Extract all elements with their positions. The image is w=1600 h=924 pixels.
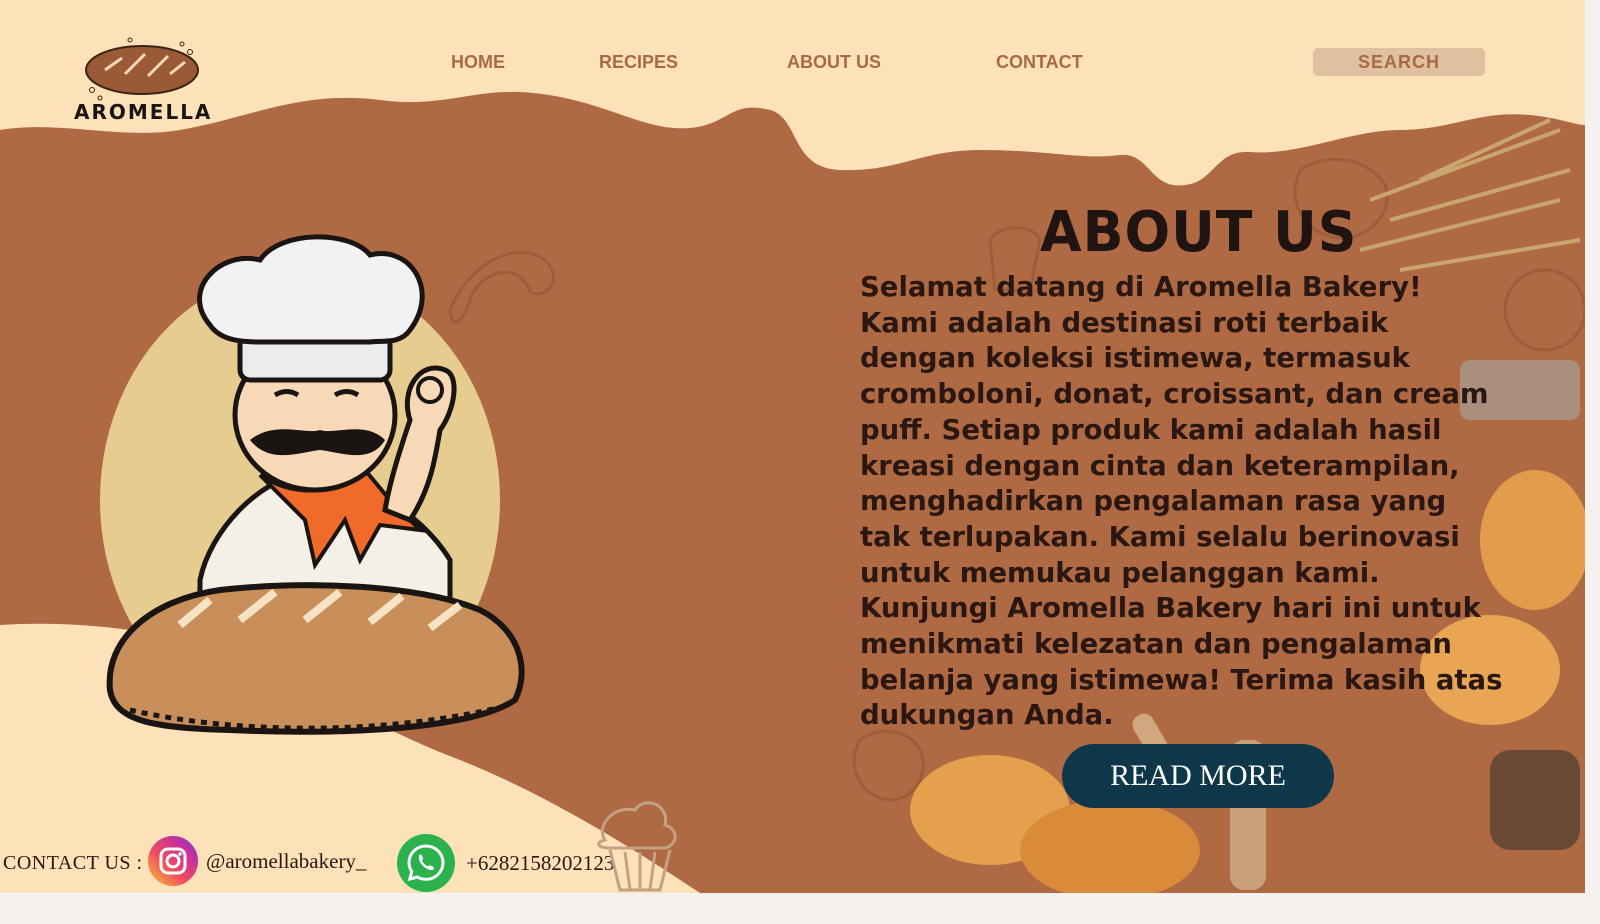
about-line: Selamat datang di Aromella Bakery!: [860, 271, 1422, 303]
contact-label: CONTACT US :: [3, 852, 143, 874]
nav-item-home[interactable]: HOME: [451, 52, 505, 73]
landing-page: AROMELLA HOME RECIPES ABOUT US CONTACT S…: [0, 0, 1585, 893]
search-input[interactable]: SEARCH: [1313, 48, 1485, 76]
about-line: dengan koleksi istimewa, termasuk: [860, 342, 1410, 375]
about-line: kreasi dengan cinta dan keterampilan,: [860, 449, 1460, 482]
about-line: untuk memukau pelanggan kami.: [860, 556, 1380, 589]
about-line: tak terlupakan. Kami selalu berinovasi: [860, 520, 1460, 553]
brand-name: AROMELLA: [74, 100, 213, 124]
nav-item-contact[interactable]: CONTACT: [996, 52, 1083, 73]
about-description: Selamat datang di Aromella Bakery! Kami …: [860, 270, 1520, 734]
about-line: Kunjungi Aromella Bakery hari ini untuk: [860, 592, 1481, 625]
about-line: belanja yang istimewa! Terima kasih atas: [860, 663, 1503, 696]
about-line: puff. Setiap produk kami adalah hasil: [860, 413, 1442, 446]
whatsapp-icon[interactable]: [397, 834, 455, 892]
nav-item-about-us[interactable]: ABOUT US: [787, 52, 881, 73]
about-line: menikmati kelezatan dan pengalaman: [860, 628, 1452, 661]
cupcake-outline-icon: [597, 801, 677, 892]
instagram-icon[interactable]: [148, 836, 198, 886]
chef-illustration: [100, 234, 525, 735]
read-more-button[interactable]: READ MORE: [1062, 744, 1334, 808]
about-line: menghadirkan pengalaman rasa yang: [860, 485, 1447, 518]
about-title: ABOUT US: [1040, 200, 1358, 265]
about-line: cromboloni, donat, croissant, dan cream: [860, 378, 1489, 411]
about-line: dukungan Anda.: [860, 699, 1114, 732]
about-line: Kami adalah destinasi roti terbaik: [860, 306, 1389, 339]
instagram-handle[interactable]: @aromellabakery_: [206, 849, 366, 874]
nav-item-recipes[interactable]: RECIPES: [599, 52, 678, 73]
